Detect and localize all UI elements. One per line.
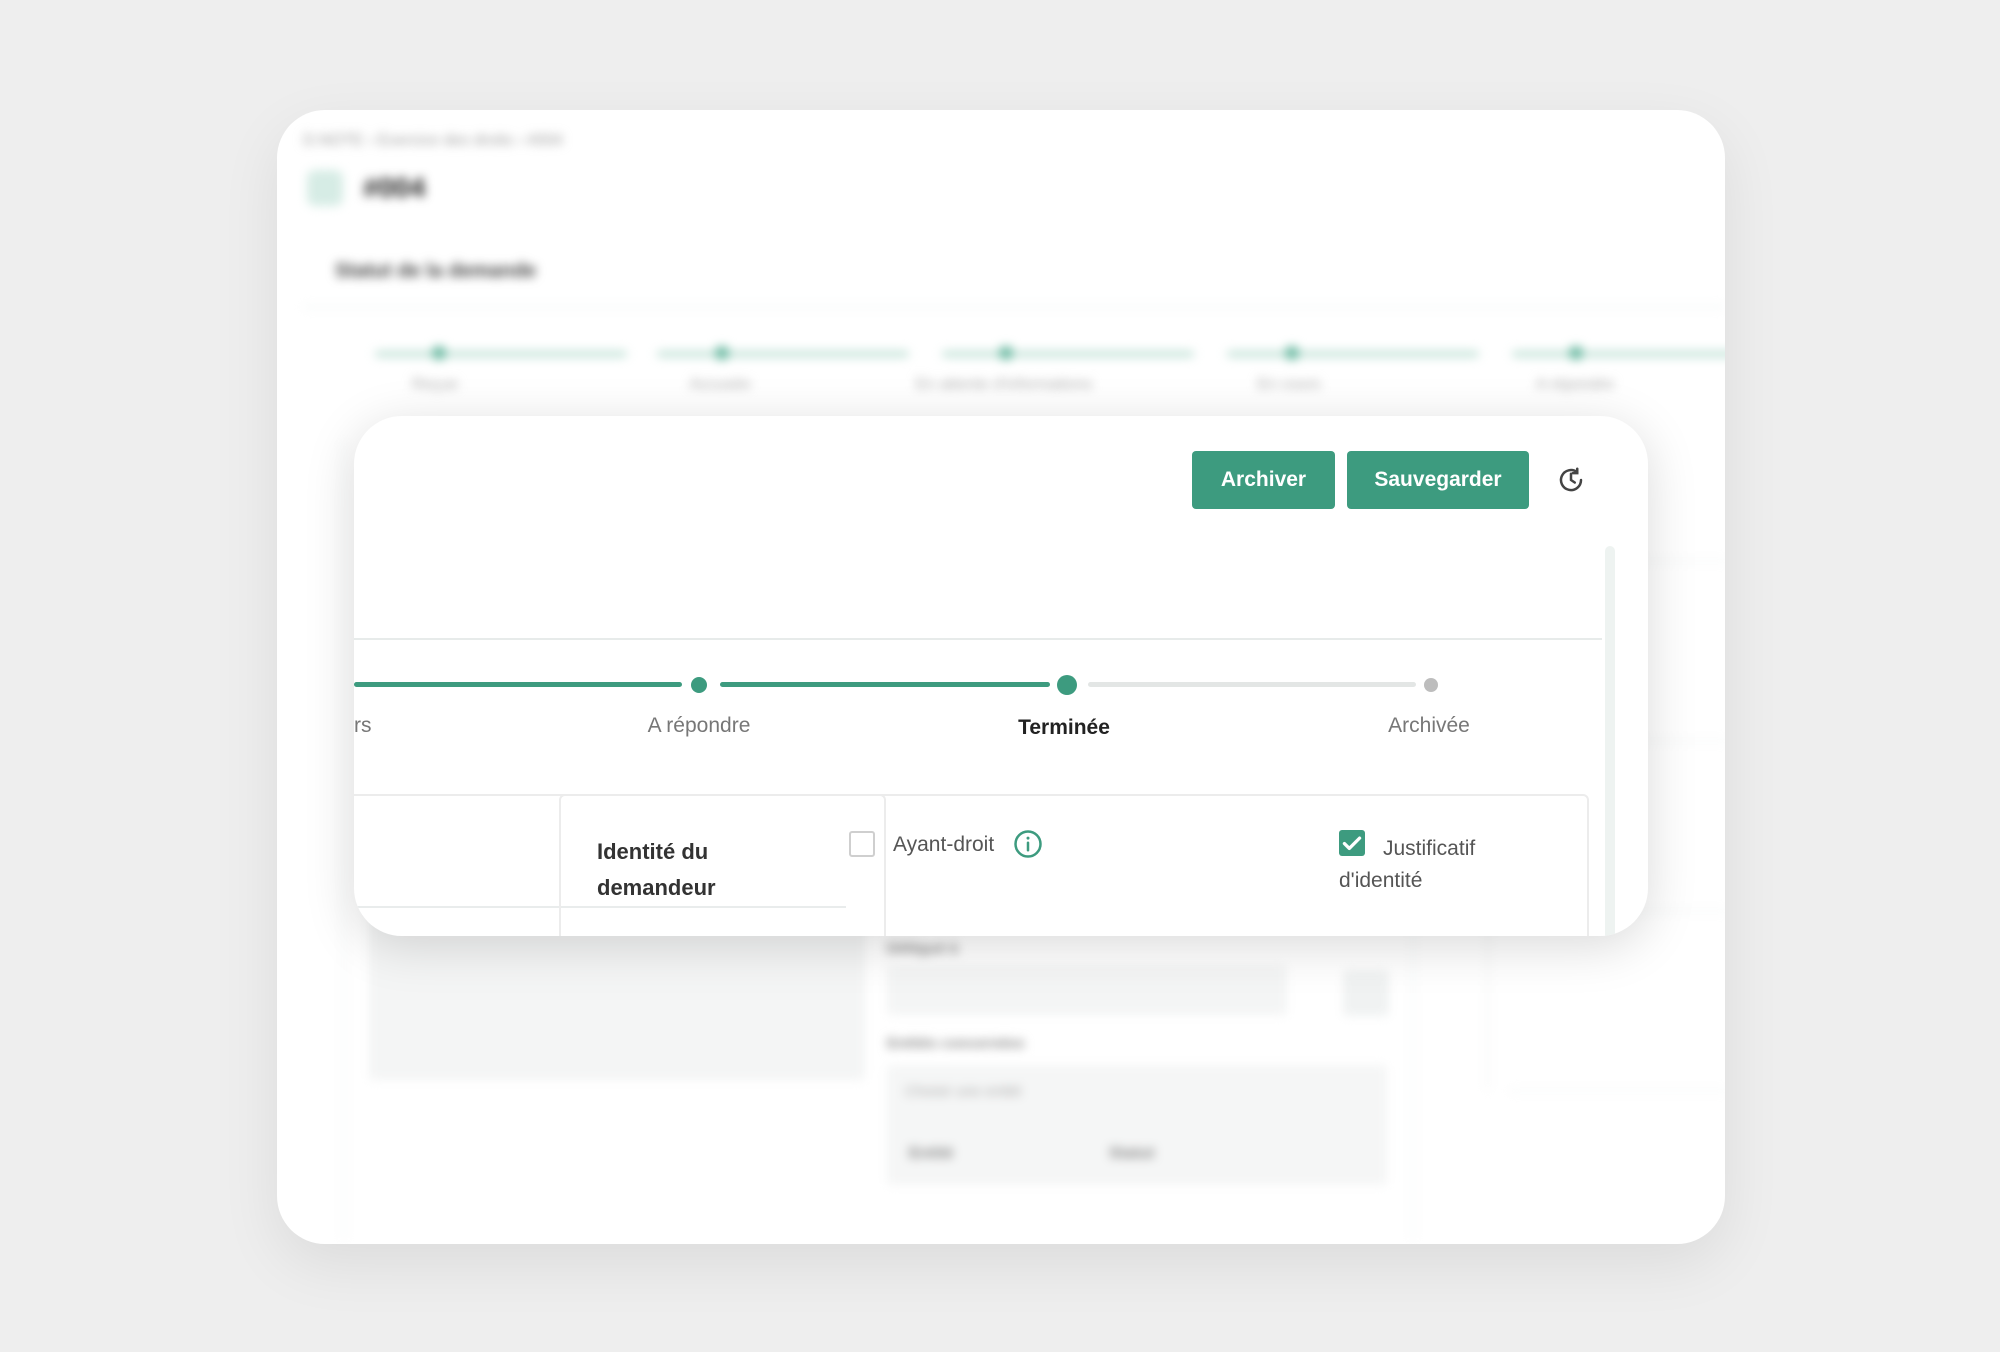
bg-step-dot xyxy=(1285,346,1299,360)
bg-step-label: Accusée xyxy=(689,376,751,393)
delegate-label: Délégué à xyxy=(887,940,958,957)
table-header-status: Statut xyxy=(1109,1145,1155,1162)
step-label-a-repondre: A répondre xyxy=(647,714,751,737)
breadcrumb: D.NOTE › Exercice des droits › #004 xyxy=(303,132,563,149)
history-icon[interactable] xyxy=(1556,465,1586,495)
identity-title: Identité du demandeur xyxy=(597,839,716,900)
bg-step-line xyxy=(942,351,1194,357)
add-delegate-button[interactable] xyxy=(1343,970,1389,1016)
identity-panel: Identité du demandeur Ayant-droit Justif… xyxy=(559,794,1589,936)
column-divider xyxy=(343,440,345,1240)
page-header: #004 xyxy=(307,170,425,206)
step-line-done xyxy=(720,682,1050,687)
bg-step-line xyxy=(657,351,909,357)
bg-step-label: En attente d'informations xyxy=(915,376,1093,393)
ayant-droit-checkbox[interactable] xyxy=(849,831,875,857)
step-label-archivee: Archivée xyxy=(1388,714,1470,737)
bg-step-label: En cours xyxy=(1257,376,1321,393)
bg-step-label: Reçue xyxy=(411,376,459,393)
scrollbar[interactable] xyxy=(1605,546,1615,936)
entities-table: Choisir une entité Entité Statut xyxy=(887,1065,1387,1185)
bg-step-line xyxy=(1512,351,1725,357)
step-line-todo xyxy=(1088,682,1416,687)
step-line-done xyxy=(354,682,682,687)
justificatif-label: Justificatif d'identité xyxy=(1339,837,1476,892)
step-dot-terminee[interactable] xyxy=(1057,675,1077,695)
section-divider xyxy=(303,306,1725,308)
bg-step-line xyxy=(375,351,627,357)
archive-button[interactable]: Archiver xyxy=(1192,451,1335,509)
bg-step-line xyxy=(1227,351,1479,357)
step-label-en-cours: rs xyxy=(354,714,372,737)
background-stepper: Reçue Accusée En attente d'informations … xyxy=(277,342,1725,402)
bg-step-dot xyxy=(999,346,1013,360)
ayant-droit-label: Ayant-droit xyxy=(893,833,995,856)
bg-step-dot xyxy=(432,346,446,360)
bg-step-dot xyxy=(715,346,729,360)
save-button[interactable]: Sauvegarder xyxy=(1347,451,1529,509)
step-dot-archivee[interactable] xyxy=(1424,678,1438,692)
step-dot-a-repondre[interactable] xyxy=(691,677,707,693)
step-label-terminee: Terminée xyxy=(1018,716,1110,739)
entities-label: Entités concernées xyxy=(887,1035,1025,1052)
section-title: Statut de la demande xyxy=(335,260,537,282)
page-title: #004 xyxy=(363,172,426,203)
info-icon[interactable] xyxy=(1013,829,1043,859)
status-stepper: rs A répondre Terminée Archivée xyxy=(354,674,1602,754)
request-avatar xyxy=(307,170,343,206)
request-status-modal: Archiver Sauvegarder rs A répondre Termi… xyxy=(354,416,1648,936)
divider xyxy=(1509,1090,1725,1092)
entities-search-input[interactable]: Choisir une entité xyxy=(905,1083,1022,1100)
modal-divider xyxy=(354,638,1602,640)
bg-step-label: A répondre xyxy=(1535,376,1615,393)
delegate-select[interactable] xyxy=(887,965,1287,1015)
table-header-entity: Entité xyxy=(909,1145,954,1162)
bg-step-dot xyxy=(1569,346,1583,360)
